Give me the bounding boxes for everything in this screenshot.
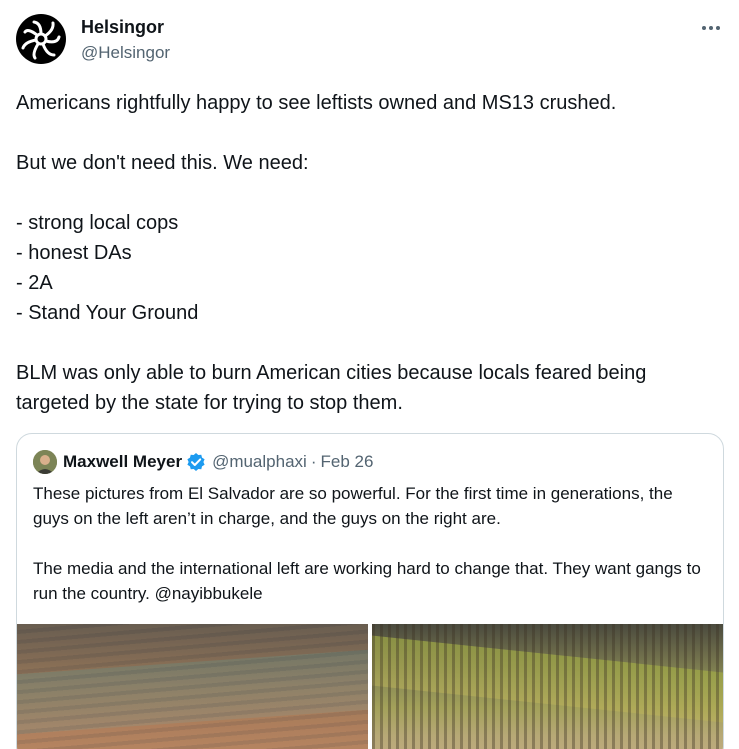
author-handle[interactable]: @Helsingor [81,43,170,63]
soldiers-formation-photo[interactable] [372,624,723,749]
tweet-line: - 2A [16,272,53,294]
verified-badge-icon [186,452,206,472]
tweet-line: - Stand Your Ground [16,302,199,324]
separator-dot: · [310,452,317,471]
quoted-paragraph: The media and the international left are… [33,559,701,603]
quoted-media [17,624,723,749]
tweet-line: BLM was only able to burn American citie… [16,362,647,414]
tweet-line: - strong local cops [16,212,179,234]
helsingor-logo-icon [21,20,61,60]
tweet-body: Americans rightfully happy to see leftis… [16,88,721,418]
quoted-tweet-date[interactable]: Feb 26 [320,452,373,472]
quoted-tweet-header: Maxwell Meyer @mualphaxi · Feb 26 [33,450,373,474]
tweet-header: Helsingor @Helsingor [16,14,723,66]
author-name[interactable]: Helsingor [81,17,164,38]
quoted-author-handle[interactable]: @mualphaxi [212,452,307,472]
person-avatar-icon [33,450,57,474]
author-avatar[interactable] [16,14,66,64]
quoted-author-avatar[interactable] [33,450,57,474]
tweet-line: - honest DAs [16,242,132,264]
tweet-line: But we don't need this. We need: [16,152,309,174]
tweet-line: Americans rightfully happy to see leftis… [16,92,617,114]
quoted-paragraph: These pictures from El Salvador are so p… [33,484,673,528]
quoted-author-name[interactable]: Maxwell Meyer [63,452,182,472]
quoted-tweet-card[interactable]: Maxwell Meyer @mualphaxi · Feb 26 These … [16,433,724,749]
quoted-tweet-body: These pictures from El Salvador are so p… [33,481,713,606]
prison-inmates-photo[interactable] [17,624,368,749]
more-horizontal-icon[interactable] [699,20,723,36]
